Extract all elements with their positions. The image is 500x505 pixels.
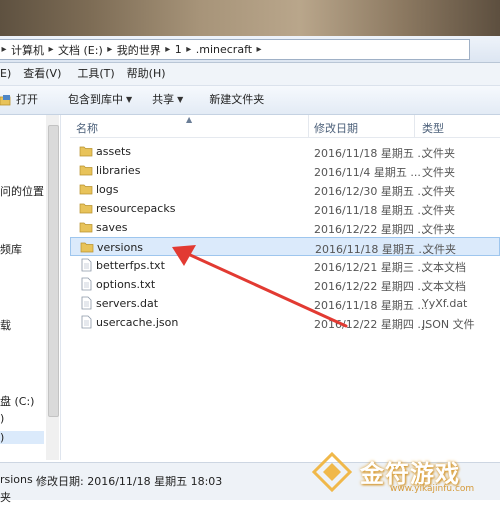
nav-item-downloads[interactable]: 载 bbox=[0, 317, 11, 333]
document-icon bbox=[81, 258, 92, 272]
file-name: versions bbox=[97, 241, 144, 254]
watermark-logo-icon bbox=[312, 452, 352, 492]
status-item-type: 夹 bbox=[0, 491, 11, 504]
document-icon bbox=[81, 315, 92, 329]
file-name: servers.dat bbox=[96, 297, 159, 310]
file-row[interactable]: logs 2016/12/30 星期五 ... 文件夹 bbox=[70, 180, 500, 199]
file-name: logs bbox=[96, 183, 119, 196]
file-row[interactable]: libraries 2016/11/4 星期五 ... 文件夹 bbox=[70, 161, 500, 180]
window-titlebar bbox=[0, 0, 500, 36]
file-name: betterfps.txt bbox=[96, 259, 165, 272]
column-date[interactable]: 修改日期 bbox=[314, 120, 358, 136]
file-type: 文件夹 bbox=[422, 147, 455, 160]
share-label: 共享 bbox=[152, 93, 175, 106]
folder-icon bbox=[79, 146, 93, 157]
folder-icon bbox=[80, 242, 94, 253]
breadcrumb-minecraft[interactable]: .minecraft bbox=[194, 40, 254, 59]
nav-item-video-library[interactable]: 频库 bbox=[0, 241, 22, 257]
arrow-shaft bbox=[186, 252, 348, 328]
watermark: 金符游戏 www.yikajinfu.com bbox=[304, 444, 500, 499]
new-folder-button[interactable]: 新建文件夹 bbox=[201, 89, 272, 111]
file-name: assets bbox=[96, 145, 132, 158]
column-type[interactable]: 类型 bbox=[422, 120, 444, 136]
file-date: 2016/12/22 星期四 ... bbox=[314, 223, 428, 236]
file-type: 文件夹 bbox=[422, 223, 455, 236]
include-library-button[interactable]: 包含到库中 ▼ bbox=[60, 89, 140, 111]
file-type: 文件夹 bbox=[423, 243, 456, 256]
file-name: libraries bbox=[96, 164, 141, 177]
breadcrumb[interactable]: ▸ 计算机 ▸ 文档 (E:) ▸ 我的世界 ▸ 1 ▸ .minecraft … bbox=[0, 39, 470, 60]
address-bar: ▸ 计算机 ▸ 文档 (E:) ▸ 我的世界 ▸ 1 ▸ .minecraft … bbox=[0, 36, 500, 63]
open-label: 打开 bbox=[16, 93, 38, 106]
file-type: 文件夹 bbox=[422, 185, 455, 198]
status-modified: 修改日期: 2016/11/18 星期五 18:03 bbox=[36, 475, 223, 488]
menu-bar: E) 查看(V) 工具(T) 帮助(H) bbox=[0, 63, 500, 86]
file-type: 文件夹 bbox=[422, 204, 455, 217]
nav-item-drive-d[interactable]: ) bbox=[0, 412, 4, 425]
breadcrumb-separator[interactable]: ▸ bbox=[46, 44, 56, 55]
dropdown-arrow-icon: ▼ bbox=[177, 95, 184, 104]
open-icon bbox=[0, 95, 11, 106]
breadcrumb-computer[interactable]: 计算机 bbox=[9, 40, 46, 59]
folder-icon bbox=[79, 222, 93, 233]
nav-item-recent-places[interactable]: 问的位置 bbox=[0, 183, 44, 199]
nav-item-drive-e[interactable]: ) bbox=[0, 431, 44, 444]
column-header: 名称 ▲ 修改日期 类型 bbox=[70, 115, 500, 138]
file-date: 2016/11/18 星期五 ... bbox=[314, 204, 428, 217]
breadcrumb-my-world[interactable]: 我的世界 bbox=[115, 40, 163, 59]
breadcrumb-separator[interactable]: ▸ bbox=[105, 44, 115, 55]
column-divider[interactable] bbox=[414, 115, 415, 137]
file-row[interactable]: resourcepacks 2016/11/18 星期五 ... 文件夹 bbox=[70, 199, 500, 218]
sort-arrow-icon: ▲ bbox=[186, 115, 193, 124]
menu-help[interactable]: 帮助(H) bbox=[121, 63, 172, 85]
breadcrumb-separator[interactable]: ▸ bbox=[163, 44, 173, 55]
file-name: usercache.json bbox=[96, 316, 179, 329]
file-name: resourcepacks bbox=[96, 202, 176, 215]
folder-icon bbox=[79, 203, 93, 214]
nav-scrollbar-thumb[interactable] bbox=[48, 125, 59, 417]
file-name: options.txt bbox=[96, 278, 156, 291]
breadcrumb-drive-e[interactable]: 文档 (E:) bbox=[56, 40, 105, 59]
file-name: saves bbox=[96, 221, 128, 234]
file-type: JSON 文件 bbox=[422, 318, 475, 331]
file-type: 文本文档 bbox=[422, 261, 466, 274]
folder-icon bbox=[79, 184, 93, 195]
column-divider[interactable] bbox=[308, 115, 309, 137]
open-button[interactable]: 打开 bbox=[0, 89, 46, 111]
menu-edit[interactable]: E) bbox=[0, 63, 17, 85]
file-type: YyXf.dat bbox=[422, 297, 468, 310]
file-type: 文件夹 bbox=[422, 166, 455, 179]
menu-tools[interactable]: 工具(T) bbox=[67, 63, 120, 85]
breadcrumb-separator[interactable]: ▸ bbox=[184, 44, 194, 55]
file-date: 2016/12/30 星期五 ... bbox=[314, 185, 428, 198]
breadcrumb-1[interactable]: 1 bbox=[173, 40, 184, 59]
status-item-name: rsions bbox=[0, 473, 33, 486]
nav-item-drive-c[interactable]: 盘 (C:) bbox=[0, 393, 34, 409]
file-row[interactable]: assets 2016/11/18 星期五 ... 文件夹 bbox=[70, 142, 500, 161]
include-library-label: 包含到库中 bbox=[68, 93, 123, 106]
watermark-url: www.yikajinfu.com bbox=[390, 484, 475, 494]
document-icon bbox=[81, 277, 92, 291]
breadcrumb-separator[interactable]: ▸ bbox=[254, 44, 264, 55]
new-folder-label: 新建文件夹 bbox=[209, 93, 265, 106]
file-date: 2016/11/18 星期五 ... bbox=[314, 147, 428, 160]
dropdown-arrow-icon: ▼ bbox=[126, 95, 133, 104]
breadcrumb-separator: ▸ bbox=[1, 44, 7, 55]
file-date: 2016/11/4 星期五 ... bbox=[314, 166, 421, 179]
menu-view[interactable]: 查看(V) bbox=[17, 63, 67, 85]
annotation-arrow bbox=[172, 245, 348, 328]
share-button[interactable]: 共享 ▼ bbox=[144, 89, 191, 111]
command-toolbar: 打开 包含到库中 ▼ 共享 ▼ 新建文件夹 bbox=[0, 86, 500, 115]
folder-icon bbox=[79, 165, 93, 176]
file-row[interactable]: saves 2016/12/22 星期四 ... 文件夹 bbox=[70, 218, 500, 237]
column-name[interactable]: 名称 bbox=[76, 120, 98, 136]
document-icon bbox=[81, 296, 92, 310]
file-type: 文本文档 bbox=[422, 280, 466, 293]
